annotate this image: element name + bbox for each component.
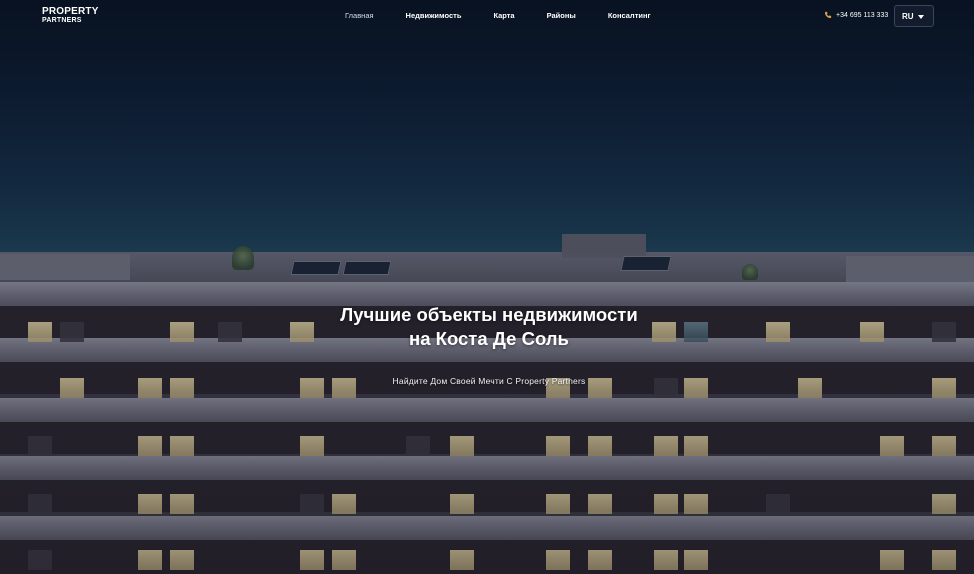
brand-logo-line1: PROPERTY	[42, 6, 99, 17]
brand-logo[interactable]: PROPERTY PARTNERS	[42, 6, 99, 25]
phone-link[interactable]: +34 695 113 333	[824, 11, 888, 19]
chevron-down-icon	[918, 15, 924, 19]
language-value: RU	[902, 11, 914, 21]
main-nav: Главная Недвижимость Карта Районы Консал…	[345, 11, 683, 20]
hero-subtitle: Найдите Дом Своей Мечти С Property Partn…	[392, 376, 586, 386]
phone-icon	[825, 11, 832, 18]
nav-item-consulting[interactable]: Консалтинг	[608, 11, 651, 20]
hero-overlay	[0, 0, 974, 574]
nav-item-map[interactable]: Карта	[493, 11, 514, 20]
hero-background	[0, 0, 974, 574]
brand-logo-line2: PARTNERS	[42, 17, 82, 24]
nav-item-home[interactable]: Главная	[345, 11, 374, 20]
hero-title: Лучшие объекты недвижимости на Коста Де …	[340, 304, 638, 349]
nav-item-properties[interactable]: Недвижимость	[406, 11, 462, 20]
phone-number: +34 695 113 333	[836, 11, 889, 19]
site-header: PROPERTY PARTNERS Главная Недвижимость К…	[0, 0, 974, 32]
language-selector[interactable]: RU	[894, 5, 934, 27]
nav-item-districts[interactable]: Районы	[547, 11, 576, 20]
